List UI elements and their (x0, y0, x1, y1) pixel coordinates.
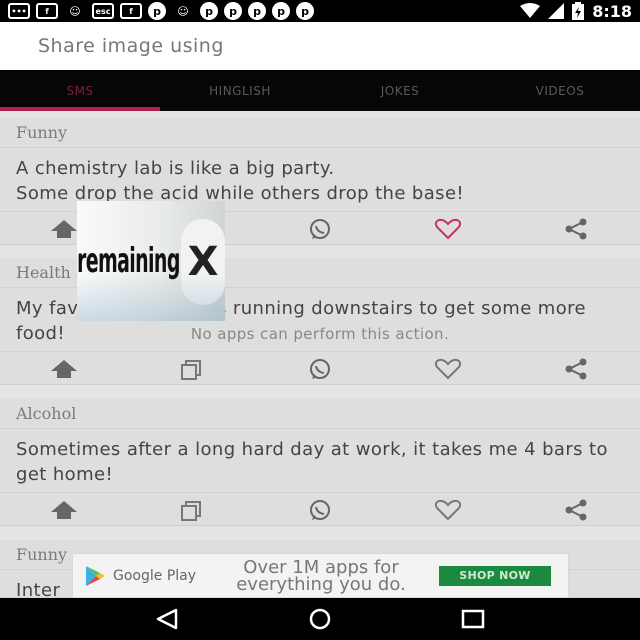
ad-banner[interactable]: Google Play Over 1M apps for everything … (72, 553, 569, 598)
tab-jokes[interactable]: JOKES (320, 70, 480, 111)
copy-icon (181, 359, 201, 380)
heart-icon (434, 218, 462, 239)
card-category: Funny (0, 118, 640, 148)
pinterest-icon: p (148, 2, 166, 20)
ad-logo: Google Play (73, 564, 221, 588)
card-actions (0, 492, 640, 526)
home-arrow-icon (51, 359, 77, 378)
whatsapp-icon (310, 218, 330, 239)
back-icon (156, 608, 177, 630)
heart-icon (434, 358, 462, 379)
shop-now-button[interactable]: SHOP NOW (439, 565, 551, 586)
popup-shade (77, 201, 225, 321)
google-play-icon (86, 565, 105, 586)
wifi-icon (520, 3, 541, 18)
home-icon (309, 608, 331, 630)
share-icon (565, 499, 587, 520)
floating-popup[interactable]: remaining X (77, 201, 225, 321)
whatsapp-icon (310, 358, 330, 379)
notification-icons: ••• f ☺ esc f p ☺ p p p p p (8, 2, 314, 20)
whatsapp-button[interactable] (256, 212, 384, 246)
app-icon: ☺ (69, 4, 81, 18)
card-text: Sometimes after a long hard day at work,… (16, 439, 608, 485)
status-right: 8:18 (520, 2, 632, 21)
share-sheet-title: Share image using (0, 22, 640, 70)
card-category: Alcohol (0, 399, 640, 429)
tab-videos[interactable]: VIDEOS (480, 70, 640, 111)
upvote-button[interactable] (0, 352, 128, 386)
share-icon (565, 358, 587, 379)
copy-button[interactable] (128, 352, 256, 386)
pinterest-icon: p (248, 2, 266, 20)
like-button[interactable] (384, 493, 512, 527)
clock: 8:18 (592, 1, 632, 21)
tab-hinglish[interactable]: HINGLISH (160, 70, 320, 111)
facebook-icon: f (120, 3, 142, 19)
copy-button[interactable] (128, 493, 256, 527)
pinterest-icon: p (296, 2, 314, 20)
recents-icon (462, 609, 485, 629)
recents-button[interactable] (443, 598, 503, 640)
share-button[interactable] (512, 352, 640, 386)
pinterest-icon: p (200, 2, 218, 20)
whatsapp-button[interactable] (256, 493, 384, 527)
navigation-bar (0, 598, 640, 640)
pinterest-icon: p (272, 2, 290, 20)
pinterest-icon: p (224, 2, 242, 20)
heart-icon (434, 499, 462, 520)
like-button[interactable] (384, 352, 512, 386)
back-button[interactable] (137, 598, 197, 640)
battery-icon (572, 2, 585, 20)
share-button[interactable] (512, 212, 640, 246)
home-arrow-icon (51, 219, 77, 238)
ad-headline: Over 1M apps for everything you do. (236, 556, 406, 595)
message-icon: ••• (8, 3, 30, 19)
card-actions (0, 351, 640, 385)
share-icon (565, 218, 587, 239)
whatsapp-icon (310, 499, 330, 520)
app-icon: ☺ (177, 4, 189, 18)
home-arrow-icon (51, 500, 77, 519)
facebook-icon: f (36, 3, 58, 19)
whatsapp-button[interactable] (256, 352, 384, 386)
list-item: Alcohol Sometimes after a long hard day … (0, 399, 640, 526)
copy-icon (181, 500, 201, 521)
tab-bar: SMS HINGLISH JOKES VIDEOS (0, 70, 640, 111)
signal-icon (548, 3, 565, 19)
status-bar: ••• f ☺ esc f p ☺ p p p p p 8:18 (0, 0, 640, 22)
home-button[interactable] (290, 598, 350, 640)
ad-brand: Google Play (113, 567, 197, 584)
like-button[interactable] (384, 212, 512, 246)
upvote-button[interactable] (0, 493, 128, 527)
no-apps-message: No apps can perform this action. (190, 325, 450, 343)
esc-icon: esc (92, 3, 114, 19)
tab-sms[interactable]: SMS (0, 70, 160, 111)
share-button[interactable] (512, 493, 640, 527)
